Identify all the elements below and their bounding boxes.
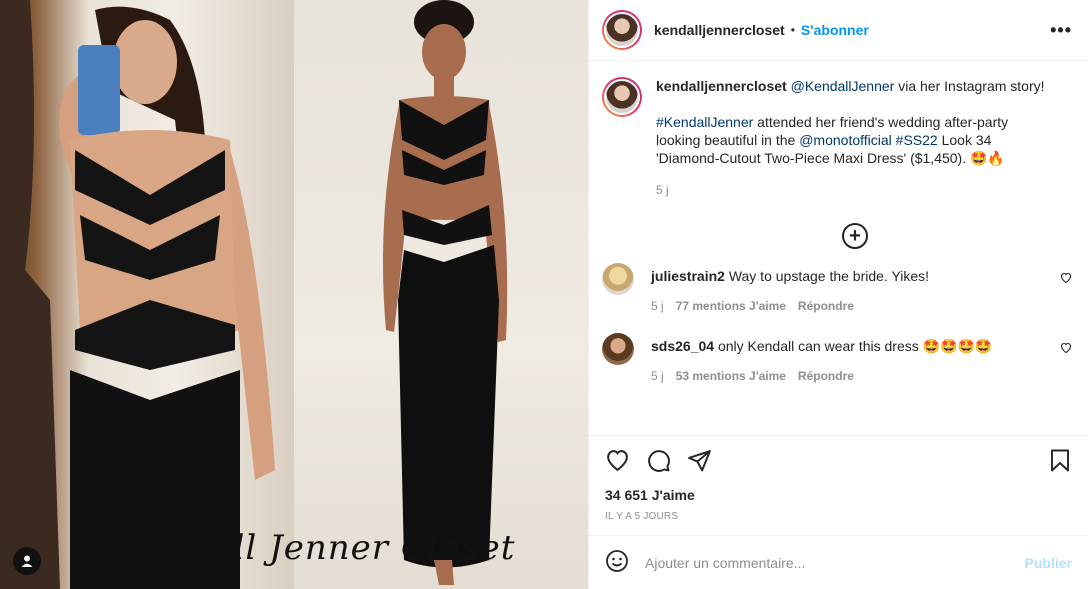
user-tag-icon[interactable]: [13, 547, 41, 575]
heart-icon[interactable]: [1060, 271, 1072, 287]
comment-body: juliestrain2 Way to upstage the bride. Y…: [651, 267, 1051, 315]
comment-avatar[interactable]: [602, 333, 634, 365]
comment-text: Way to upstage the bride. Yikes!: [728, 268, 930, 284]
comment-time: 5 j: [651, 299, 664, 313]
comment: juliestrain2 Way to upstage the bride. Y…: [602, 263, 1072, 315]
avatar[interactable]: [602, 10, 642, 50]
caption-mention-2[interactable]: @monotofficial: [799, 132, 892, 148]
watermark: Kendall Jenner Closet: [120, 528, 516, 568]
reply-button[interactable]: Répondre: [798, 297, 854, 315]
caption-time: 5 j: [656, 183, 669, 197]
caption-mention[interactable]: @KendallJenner: [791, 78, 895, 94]
comment-avatar[interactable]: [602, 263, 634, 295]
caption-username[interactable]: kendalljennercloset: [656, 78, 787, 94]
heart-icon[interactable]: [1060, 341, 1072, 357]
share-icon[interactable]: [687, 448, 712, 476]
reply-button[interactable]: Répondre: [798, 367, 854, 385]
bookmark-icon[interactable]: [1048, 448, 1072, 476]
add-comment-bar: Ajouter un commentaire... Publier: [589, 535, 1088, 589]
emoji-icon[interactable]: [605, 549, 629, 576]
comments-section[interactable]: kendalljennercloset @KendallJenner via h…: [589, 61, 1088, 435]
post-time: IL Y A 5 JOURS: [605, 511, 679, 522]
caption: kendalljennercloset @KendallJenner via h…: [602, 77, 1072, 199]
plus-circle-icon[interactable]: +: [842, 223, 868, 249]
comment-likes[interactable]: 77 mentions J'aime: [676, 297, 786, 315]
more-options-icon[interactable]: •••: [1050, 20, 1072, 41]
comment-icon[interactable]: [646, 448, 671, 476]
comment-text: only Kendall can wear this dress 🤩🤩🤩🤩: [717, 338, 993, 354]
comment-input[interactable]: Ajouter un commentaire...: [645, 555, 1025, 571]
comment-username[interactable]: juliestrain2: [651, 268, 725, 284]
follow-button[interactable]: S'abonner: [801, 22, 869, 38]
comment-time: 5 j: [651, 369, 664, 383]
instagram-post: Kendall Jenner Closet kendalljennerclose…: [0, 0, 1088, 589]
load-more-comments[interactable]: +: [602, 223, 1072, 249]
comment-meta: 5 j 53 mentions J'aime Répondre: [651, 367, 1051, 385]
heart-icon[interactable]: [605, 448, 630, 476]
caption-text-1: via her Instagram story!: [894, 78, 1045, 94]
separator-dot: •: [790, 23, 795, 37]
caption-avatar[interactable]: [602, 77, 642, 117]
publish-button[interactable]: Publier: [1025, 555, 1072, 571]
post-side-panel: kendalljennercloset • S'abonner ••• kend…: [588, 0, 1088, 589]
comment-username[interactable]: sds26_04: [651, 338, 714, 354]
post-actions: [589, 435, 1088, 487]
post-image[interactable]: Kendall Jenner Closet: [0, 0, 588, 589]
header-username[interactable]: kendalljennercloset: [654, 22, 785, 38]
caption-hashtag-2[interactable]: #SS22: [896, 132, 938, 148]
comment-likes[interactable]: 53 mentions J'aime: [676, 367, 786, 385]
caption-body: kendalljennercloset @KendallJenner via h…: [656, 77, 1056, 199]
caption-hashtag-1[interactable]: #KendallJenner: [656, 114, 753, 130]
likes-count[interactable]: 34 651 J'aime: [589, 487, 1088, 509]
comment-meta: 5 j 77 mentions J'aime Répondre: [651, 297, 1051, 315]
comment: sds26_04 only Kendall can wear this dres…: [602, 333, 1072, 385]
post-header: kendalljennercloset • S'abonner •••: [589, 0, 1088, 61]
comment-body: sds26_04 only Kendall can wear this dres…: [651, 337, 1051, 385]
